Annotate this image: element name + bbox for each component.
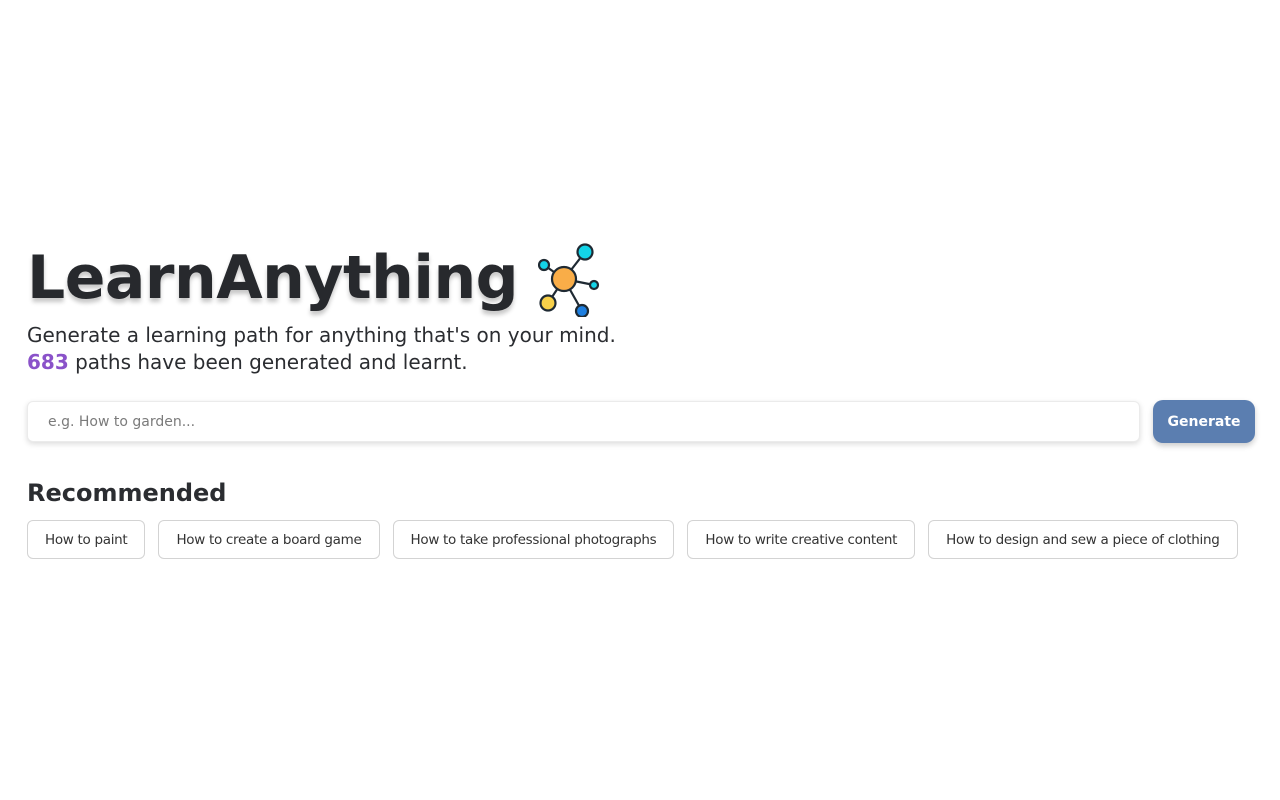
recommended-chip-clothing[interactable]: How to design and sew a piece of clothin…: [928, 520, 1238, 559]
generate-button[interactable]: Generate: [1153, 400, 1255, 443]
search-input[interactable]: [27, 401, 1141, 442]
tagline: Generate a learning path for anything th…: [27, 323, 616, 347]
paths-count-line: 683 paths have been generated and learnt…: [27, 349, 1255, 376]
recommended-list: How to paint How to create a board game …: [27, 520, 1255, 559]
hero-section: LearnAnything Generate a learning path f…: [27, 238, 1255, 559]
recommended-chip-paint[interactable]: How to paint: [27, 520, 146, 559]
network-nodes-icon: [538, 239, 604, 317]
recommended-chip-photographs[interactable]: How to take professional photographs: [392, 520, 675, 559]
recommended-chip-creative-content[interactable]: How to write creative content: [687, 520, 916, 559]
paths-count: 683: [27, 350, 69, 374]
search-row: Generate: [27, 400, 1255, 443]
page: LearnAnything Generate a learning path f…: [0, 0, 1280, 800]
title-row: LearnAnything: [27, 238, 1255, 318]
app-title: LearnAnything: [27, 243, 519, 313]
recommended-heading: Recommended: [27, 479, 227, 507]
paths-count-suffix: paths have been generated and learnt.: [68, 350, 468, 374]
recommended-chip-board-game[interactable]: How to create a board game: [158, 520, 380, 559]
